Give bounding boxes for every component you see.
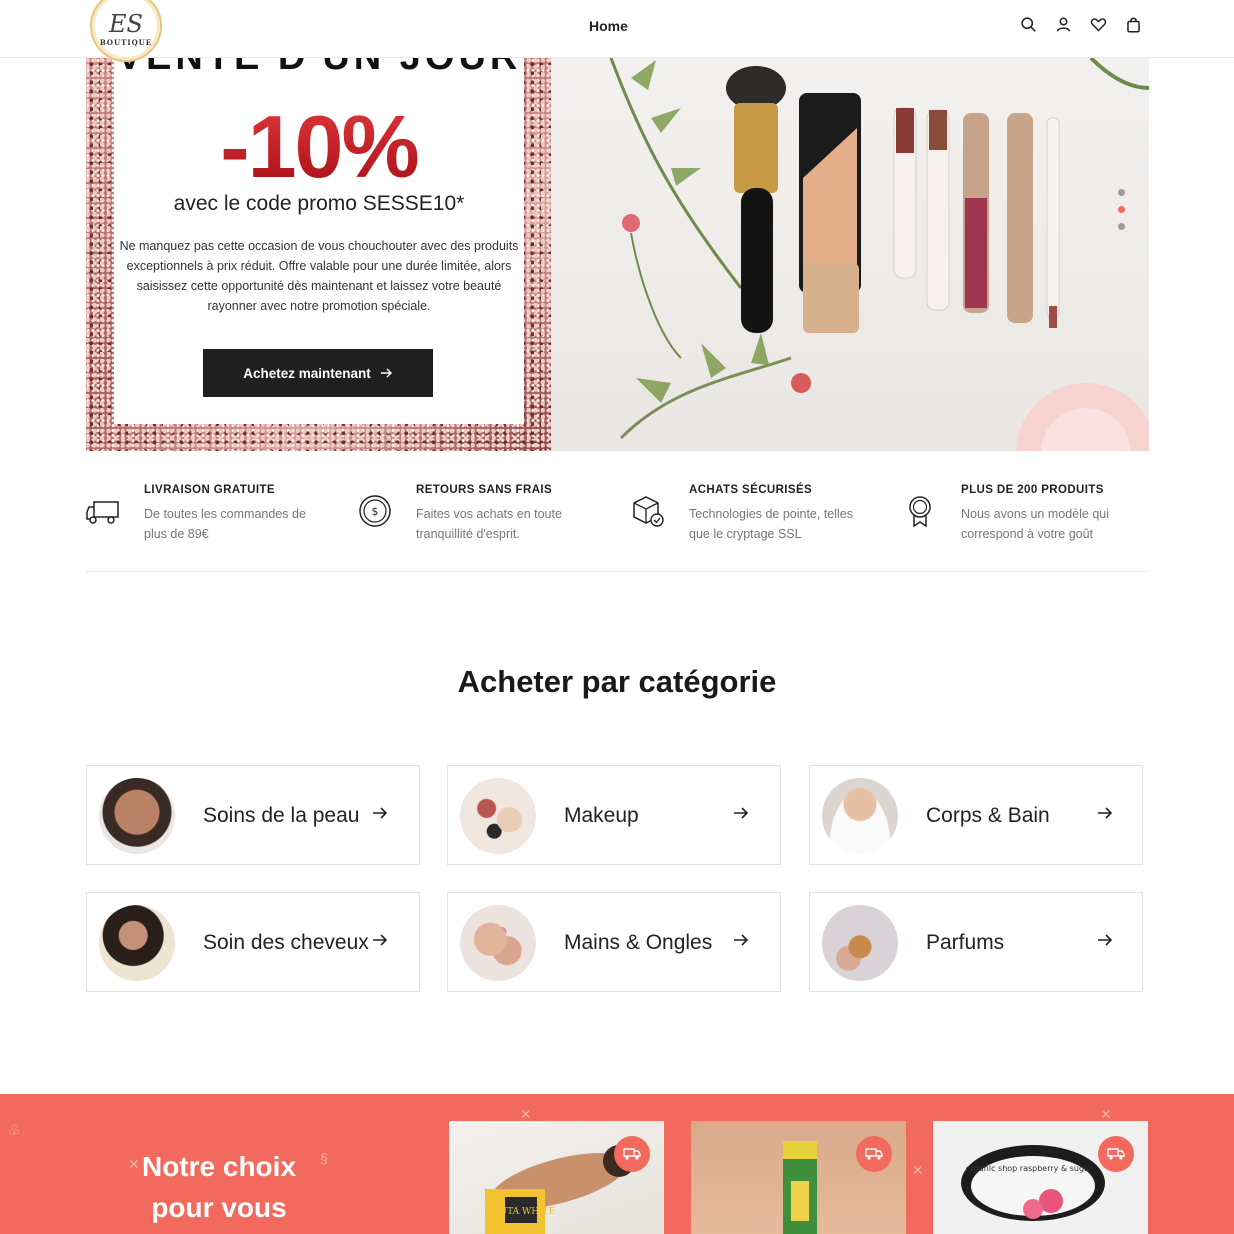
header-actions (1020, 16, 1142, 33)
product-card[interactable]: organic shop raspberry & sugar (933, 1121, 1148, 1234)
category-label: Parfums (926, 931, 1005, 954)
feature-title: ACHATS SÉCURISÉS (689, 484, 813, 496)
feature-title: LIVRAISON GRATUITE (144, 484, 275, 496)
truck-icon (623, 1148, 641, 1160)
slider-dot[interactable] (1118, 189, 1125, 196)
band-title-line: pour vous (151, 1192, 287, 1223)
product-label: organic shop raspberry & sugar (966, 1164, 1093, 1173)
category-card-hands-nails[interactable]: Mains & Ongles (447, 892, 781, 992)
category-thumbnail (822, 905, 898, 981)
product-card[interactable]: GLUTA WHITE (449, 1121, 664, 1234)
arrow-right-icon (1098, 807, 1113, 819)
category-label: Mains & Ongles (564, 931, 713, 954)
features-row: LIVRAISON GRATUITE De toutes les command… (86, 480, 1149, 572)
hero-glitter-panel: VENTE D'UN JOUR -10% avec le code promo … (86, 58, 551, 451)
category-thumbnail (460, 778, 536, 854)
category-thumbnail (822, 778, 898, 854)
shop-now-button[interactable]: Achetez maintenant (203, 349, 433, 397)
category-section-title: Acheter par catégorie (457, 664, 777, 699)
coin-icon: $ (359, 495, 391, 527)
arrow-right-icon (1098, 934, 1113, 946)
arrow-right-icon (734, 807, 749, 819)
delivery-badge[interactable] (856, 1136, 892, 1172)
makeup-products-illustration (609, 58, 1149, 451)
truck-icon (865, 1148, 883, 1160)
arrow-right-icon (373, 934, 388, 946)
category-label: Soin des cheveux (203, 931, 369, 954)
arrow-right-icon (734, 934, 749, 946)
band-title: Notre choix pour vous (86, 1146, 352, 1228)
decoration: ♧ (8, 1122, 21, 1138)
our-picks-band: ✕ § ✕ ✕ ✕ ♧ Notre choix pour vous GLUTA … (0, 1094, 1234, 1234)
brand-logo[interactable]: ES BOUTIQUE (90, 0, 162, 62)
category-label: Makeup (564, 804, 639, 827)
category-card-makeup[interactable]: Makeup (447, 765, 781, 865)
site-header: ES BOUTIQUE Home (0, 0, 1234, 62)
secure-box-icon (633, 496, 664, 527)
category-thumbnail (99, 905, 175, 981)
delivery-badge[interactable] (614, 1136, 650, 1172)
delivery-badge[interactable] (1098, 1136, 1134, 1172)
feature-title: RETOURS SANS FRAIS (416, 484, 553, 496)
hero-slider-dots (1118, 189, 1125, 230)
svg-text:$: $ (372, 505, 379, 518)
award-badge-icon (909, 496, 931, 528)
promo-card: VENTE D'UN JOUR -10% avec le code promo … (114, 58, 524, 424)
category-card-perfumes[interactable]: Parfums (809, 892, 1143, 992)
category-label: Soins de la peau (203, 804, 360, 827)
category-card-body-bath[interactable]: Corps & Bain (809, 765, 1143, 865)
product-label: GLUTA WHITE (487, 1207, 555, 1217)
hero-product-image (551, 58, 1149, 451)
category-card-skincare[interactable]: Soins de la peau (86, 765, 420, 865)
promo-discount: -10% (114, 96, 524, 198)
category-label: Corps & Bain (926, 804, 1050, 827)
user-icon[interactable] (1055, 16, 1072, 33)
feature-title: PLUS DE 200 PRODUITS (961, 484, 1104, 496)
promo-code-line: avec le code promo SESSE10* (173, 192, 465, 215)
logo-monogram: ES (109, 9, 143, 38)
bag-icon[interactable] (1125, 16, 1142, 33)
decoration: ✕ (912, 1162, 924, 1178)
hero-banner: VENTE D'UN JOUR -10% avec le code promo … (86, 58, 1149, 451)
nav-home-link[interactable]: Home (589, 18, 628, 34)
category-thumbnail (460, 905, 536, 981)
promo-description: Ne manquez pas cette occasion de vous ch… (119, 239, 519, 313)
search-icon[interactable] (1020, 16, 1037, 33)
arrow-right-icon (373, 807, 388, 819)
feature-text: De toutes les commandes de plus de 89€ (144, 507, 306, 541)
shop-now-label: Achetez maintenant (243, 365, 371, 381)
band-title-line: Notre choix (141, 1151, 297, 1182)
slider-dot[interactable] (1118, 223, 1125, 230)
slider-dot-active[interactable] (1118, 206, 1125, 213)
feature-text: Nous avons un modèle qui correspond à vo… (961, 507, 1110, 541)
product-card[interactable] (691, 1121, 906, 1234)
arrow-right-icon (380, 368, 392, 378)
category-card-haircare[interactable]: Soin des cheveux (86, 892, 420, 992)
promo-headline: VENTE D'UN JOUR (114, 58, 524, 79)
logo-text: BOUTIQUE (99, 37, 153, 47)
feature-text: Faites vos achats en toute tranquillité … (416, 507, 562, 541)
heart-icon[interactable] (1090, 16, 1107, 33)
category-thumbnail (99, 778, 175, 854)
truck-icon (86, 501, 119, 524)
truck-icon (1107, 1148, 1125, 1160)
feature-text: Technologies de pointe, telles que le cr… (689, 507, 854, 541)
